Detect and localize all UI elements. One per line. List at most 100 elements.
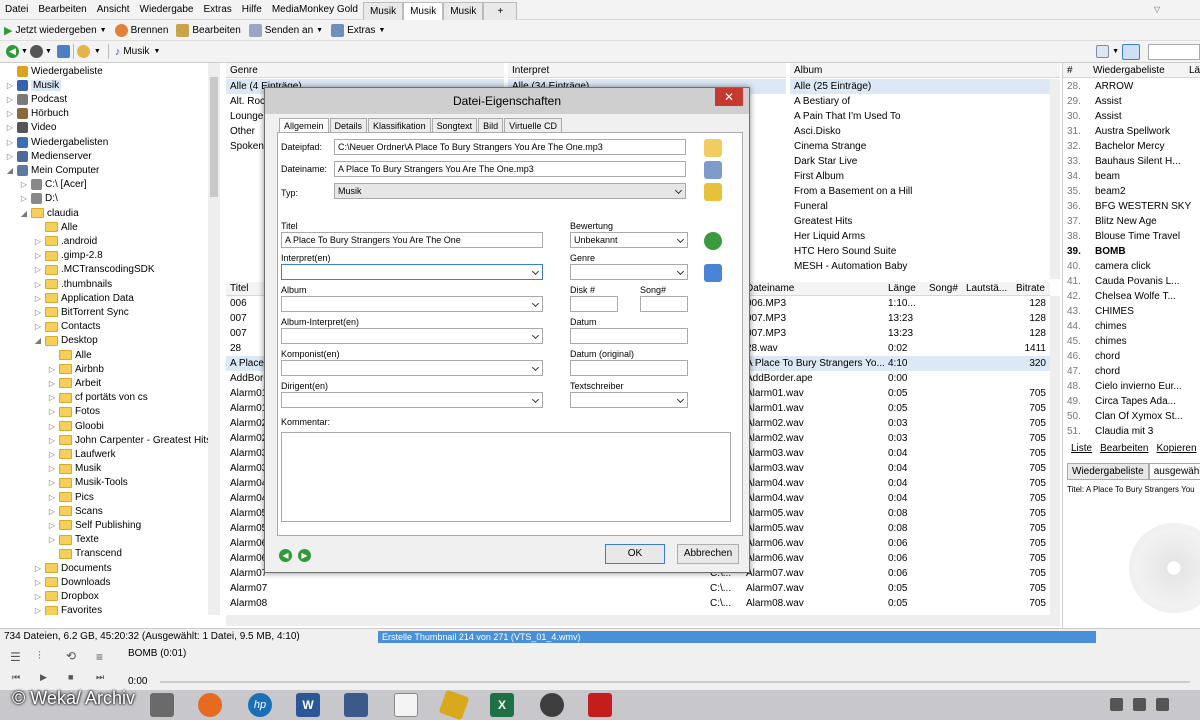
playlist-row[interactable]: 33. Bauhaus Silent H... bbox=[1063, 154, 1200, 169]
expand-toggle-icon[interactable]: ▷ bbox=[6, 109, 14, 118]
stop-icon[interactable]: ■ bbox=[68, 672, 73, 682]
playlist-row[interactable]: 43. CHIMES bbox=[1063, 304, 1200, 319]
tree-item[interactable]: Transcend bbox=[48, 547, 122, 561]
rating-select[interactable]: Unbekannt bbox=[570, 232, 688, 248]
search-input[interactable] bbox=[1148, 43, 1200, 60]
comment-field[interactable] bbox=[281, 432, 731, 522]
expand-toggle-icon[interactable]: ▷ bbox=[48, 379, 56, 388]
ok-button[interactable]: OK bbox=[605, 544, 665, 564]
tab-image[interactable]: Bild bbox=[478, 118, 504, 133]
expand-toggle-icon[interactable]: ▷ bbox=[48, 478, 56, 487]
playlist-row[interactable]: 51. Claudia mit 3 bbox=[1063, 424, 1200, 439]
expand-toggle-icon[interactable]: ▷ bbox=[34, 294, 42, 303]
expand-toggle-icon[interactable]: ◢ bbox=[6, 166, 14, 175]
tab-playlist[interactable]: Wiedergabeliste bbox=[1067, 463, 1149, 480]
playlist-row[interactable]: 47. chord bbox=[1063, 364, 1200, 379]
title-field[interactable]: A Place To Bury Strangers You Are The On… bbox=[281, 232, 543, 248]
tree-item[interactable]: ▷ Documents bbox=[34, 561, 112, 575]
tree-item[interactable]: ▷ Laufwerk bbox=[48, 447, 116, 461]
chevron-down-icon[interactable]: ▼ bbox=[1112, 48, 1119, 55]
tab-classification[interactable]: Klassifikation bbox=[368, 118, 431, 133]
album-item[interactable]: Cinema Strange bbox=[790, 139, 1050, 154]
tree-item[interactable]: Alle bbox=[48, 348, 92, 362]
tab-musik-2[interactable]: Musik bbox=[403, 1, 444, 20]
menu-icon[interactable]: ≡ bbox=[96, 650, 103, 664]
album-scrollbar[interactable] bbox=[1050, 79, 1060, 279]
menu-hilfe[interactable]: Hilfe bbox=[237, 0, 267, 20]
tab-details[interactable]: Details bbox=[329, 118, 368, 133]
expand-toggle-icon[interactable]: ▷ bbox=[34, 322, 42, 331]
send-to-button[interactable]: Senden an ▼ bbox=[245, 21, 327, 40]
tree-item[interactable]: ▷ BitTorrent Sync bbox=[34, 305, 129, 319]
mediamonkey-icon[interactable] bbox=[394, 693, 418, 717]
lyricist-select[interactable] bbox=[570, 392, 688, 408]
playlist-row[interactable]: 32. Bachelor Mercy bbox=[1063, 139, 1200, 154]
list-action[interactable]: Liste bbox=[1071, 443, 1092, 454]
playlist-row[interactable]: 34. beam bbox=[1063, 169, 1200, 184]
tree-item[interactable]: ▷ Downloads bbox=[34, 575, 111, 589]
tree-item[interactable]: ▷ Self Publishing bbox=[48, 518, 141, 532]
expand-toggle-icon[interactable]: ▷ bbox=[48, 407, 56, 416]
playlist-row[interactable]: 46. chord bbox=[1063, 349, 1200, 364]
horizontal-scrollbar[interactable] bbox=[226, 615, 1060, 626]
album-item[interactable]: Asci.Disko bbox=[790, 124, 1050, 139]
tree-item[interactable]: ▷ .thumbnails bbox=[34, 277, 112, 291]
tree-item[interactable]: ◢ Mein Computer bbox=[6, 163, 99, 177]
tab-musik-3[interactable]: Musik bbox=[443, 1, 484, 20]
playlist-icon[interactable]: ☰ bbox=[10, 650, 21, 664]
playlist-row[interactable]: 49. Circa Tapes Ada... bbox=[1063, 394, 1200, 409]
playlist-row[interactable]: 36. BFG WESTERN SKY bbox=[1063, 199, 1200, 214]
tree-item[interactable]: ▷ Musik-Tools bbox=[48, 476, 128, 490]
menu-bearbeiten[interactable]: Bearbeiten bbox=[33, 0, 91, 20]
playlist-row[interactable]: 37. Blitz New Age bbox=[1063, 214, 1200, 229]
tree-item[interactable]: ▷ Musik bbox=[6, 78, 62, 92]
next-file-icon[interactable]: ▶ bbox=[298, 549, 311, 562]
tree-item[interactable]: ◢ Desktop bbox=[34, 334, 98, 348]
columns-view-icon[interactable] bbox=[1122, 43, 1140, 60]
expand-toggle-icon[interactable]: ▷ bbox=[20, 194, 28, 203]
tree-item[interactable]: ◢ claudia bbox=[20, 206, 79, 220]
dark-app-icon[interactable] bbox=[540, 693, 564, 717]
tree-item[interactable]: ▷ Application Data bbox=[34, 291, 134, 305]
previous-icon[interactable]: ⏮ bbox=[12, 672, 20, 683]
column-playlist[interactable]: Wiedergabeliste bbox=[1093, 63, 1165, 78]
tree-scrollbar[interactable] bbox=[208, 63, 220, 615]
tree-item[interactable]: ▷ Fotos bbox=[48, 405, 100, 419]
expand-toggle-icon[interactable]: ▷ bbox=[48, 464, 56, 473]
play-icon[interactable]: ▶ bbox=[40, 672, 47, 683]
tree-item[interactable]: Alle bbox=[34, 220, 78, 234]
album-item[interactable]: Dark Star Live bbox=[790, 154, 1050, 169]
expand-toggle-icon[interactable]: ▷ bbox=[6, 95, 14, 104]
playlist-row[interactable]: 31. Austra Spellwork bbox=[1063, 124, 1200, 139]
genre-select[interactable] bbox=[570, 264, 688, 280]
album-item[interactable]: MESH - Automation Baby bbox=[790, 259, 1050, 274]
original-date-field[interactable] bbox=[570, 360, 688, 376]
repeat-icon[interactable]: ⟲ bbox=[66, 649, 76, 663]
playlist-row[interactable]: 35. beam2 bbox=[1063, 184, 1200, 199]
chevron-down-icon[interactable]: ▼ bbox=[45, 48, 52, 55]
artist-field[interactable] bbox=[281, 264, 543, 280]
expand-toggle-icon[interactable]: ▷ bbox=[34, 564, 42, 573]
menu-extras[interactable]: Extras bbox=[198, 0, 236, 20]
back-icon[interactable]: ◀ bbox=[6, 45, 19, 58]
conductor-field[interactable] bbox=[281, 392, 543, 408]
speaker-icon[interactable] bbox=[76, 45, 90, 58]
expand-toggle-icon[interactable]: ▷ bbox=[48, 535, 56, 544]
app-icon[interactable] bbox=[150, 693, 174, 717]
album-item[interactable]: Her Liquid Arms bbox=[790, 229, 1050, 244]
playlist-row[interactable]: 50. Clan Of Xymox St... bbox=[1063, 409, 1200, 424]
tree-item[interactable]: ▷ Video bbox=[6, 121, 56, 135]
track-scrollbar[interactable] bbox=[1050, 296, 1060, 615]
seek-bar[interactable] bbox=[160, 681, 1190, 683]
expand-toggle-icon[interactable]: ▷ bbox=[6, 81, 14, 90]
expand-toggle-icon[interactable]: ▷ bbox=[48, 422, 56, 431]
burn-button[interactable]: Brennen bbox=[111, 21, 173, 40]
equalizer-icon[interactable]: ⫶ bbox=[38, 650, 41, 663]
type-select[interactable]: Musik bbox=[334, 183, 686, 199]
playlist-row[interactable]: 48. Cielo invierno Eur... bbox=[1063, 379, 1200, 394]
chevron-down-icon[interactable]: ▼ bbox=[21, 48, 28, 55]
playlist-row[interactable]: 40. camera click bbox=[1063, 259, 1200, 274]
playlist-row[interactable]: 30. Assist bbox=[1063, 109, 1200, 124]
expand-toggle-icon[interactable]: ▷ bbox=[34, 592, 42, 601]
list-view-icon[interactable] bbox=[1096, 45, 1110, 58]
